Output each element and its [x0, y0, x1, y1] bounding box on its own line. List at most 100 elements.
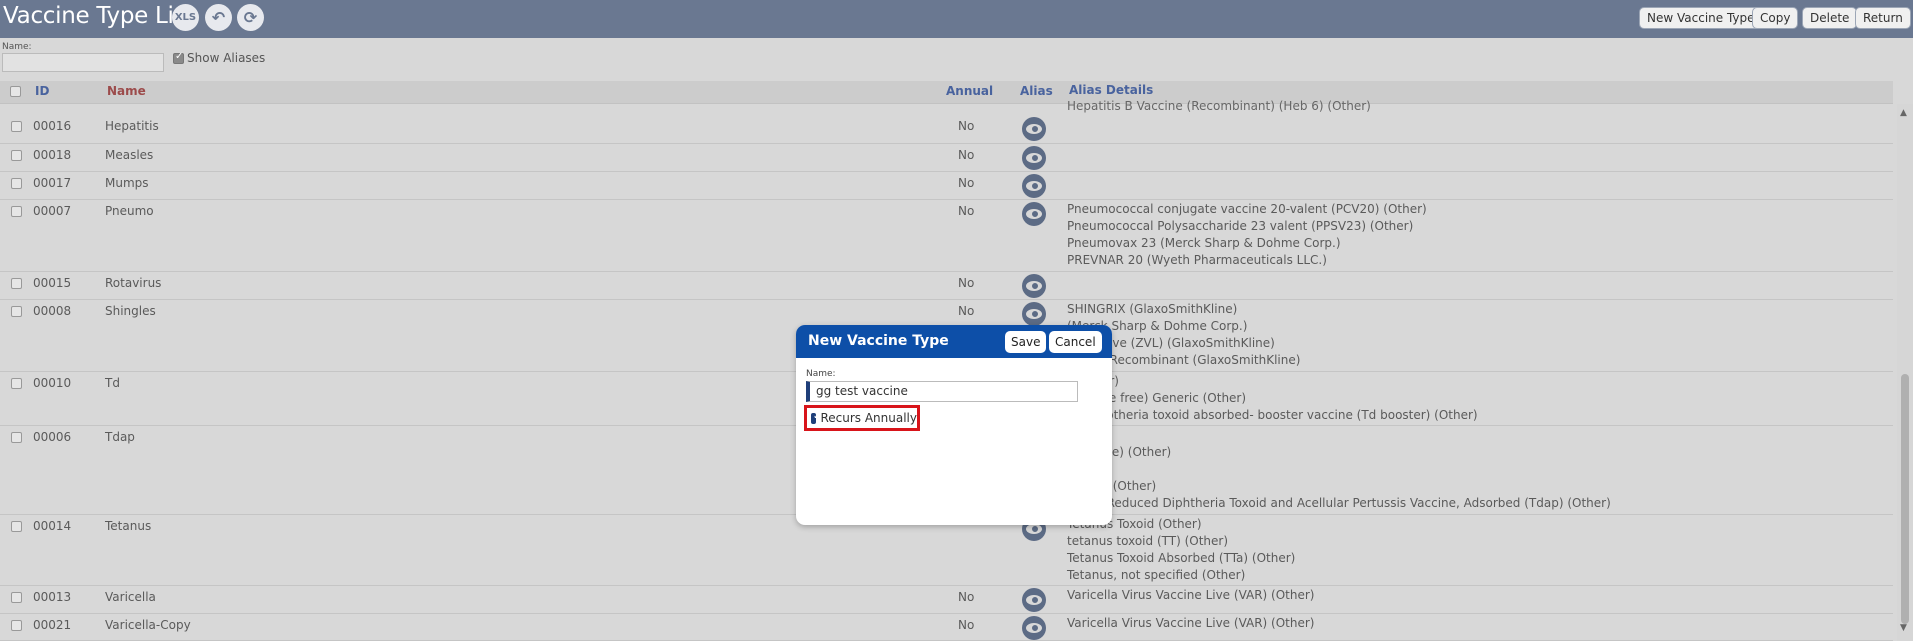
return-button[interactable]: Return [1855, 7, 1911, 29]
column-header-name[interactable]: Name [107, 84, 146, 98]
checkbox-icon[interactable] [173, 51, 184, 64]
row-checkbox[interactable] [11, 620, 22, 631]
row-checkbox[interactable] [11, 521, 22, 532]
eye-icon[interactable] [1022, 202, 1046, 226]
row-checkbox[interactable] [11, 592, 22, 603]
row-checkbox[interactable] [11, 432, 22, 443]
row-id: 00021 [33, 618, 72, 632]
table-row[interactable]: 00016 Hepatitis No [0, 115, 1893, 144]
row-id: 00014 [33, 519, 72, 533]
row-checkbox[interactable] [11, 178, 22, 189]
table-row[interactable]: 00013 Varicella No Varicella Virus Vaccine … [0, 586, 1893, 614]
alias-detail-line: ervative free) Generic (Other) [1067, 391, 1247, 405]
row-id: 00007 [33, 204, 72, 218]
refresh-icon[interactable]: ⟳ [237, 4, 264, 31]
row-annual: No [958, 618, 975, 632]
dialog-title: New Vaccine Type [808, 333, 949, 349]
cancel-button[interactable]: Cancel [1049, 331, 1102, 353]
table-row[interactable]: 00017 Mumps No [0, 172, 1893, 200]
alias-detail-line: tetanus toxoid (TT) (Other) [1067, 534, 1229, 548]
recurs-annually-label: Recurs Annually [820, 411, 917, 425]
alias-details: Varicella Virus Vaccine Live (VAR) (Othe… [1067, 615, 1314, 632]
scroll-thumb[interactable] [1901, 374, 1909, 624]
row-name: Varicella [105, 590, 156, 604]
row-id: 00006 [33, 430, 72, 444]
alias-detail-line: (Other) [1067, 427, 1611, 444]
row-checkbox[interactable] [11, 150, 22, 161]
row-annual: No [958, 276, 975, 290]
table-row[interactable]: 00007 Pneumo No Pneumococcal conjugate vacc… [0, 200, 1893, 272]
eye-icon[interactable] [1022, 174, 1046, 198]
header-bar: Vaccine Type List XLS ↶ ⟳ New Vaccine Ty… [0, 0, 1913, 38]
eye-icon[interactable] [1022, 274, 1046, 298]
table-header: ID Name Annual Alias Alias Details [0, 81, 1893, 104]
table-row[interactable]: 00015 Rotavirus No [0, 272, 1893, 300]
alias-details: Tetanus Toxoid (Other) tetanus toxoid (TT… [1067, 516, 1295, 584]
save-button[interactable]: Save [1005, 331, 1047, 353]
name-filter-label: Name: [2, 42, 32, 52]
row-name: Tetanus [105, 519, 152, 533]
column-header-alias[interactable]: Alias [1020, 84, 1053, 98]
name-filter-input[interactable] [2, 53, 164, 72]
column-header-id[interactable]: ID [35, 84, 49, 98]
eye-icon[interactable] [1022, 302, 1046, 326]
dialog-name-input[interactable]: gg test vaccine [806, 381, 1078, 402]
row-name: Pneumo [105, 204, 154, 218]
alias-detail-line: and Diptheria toxoid absorbed- booster v… [1067, 408, 1478, 422]
xls-export-icon[interactable]: XLS [172, 4, 199, 31]
column-header-annual[interactable]: Annual [946, 84, 993, 98]
scroll-up-icon[interactable]: ▲ [1900, 108, 1907, 118]
row-id: 00008 [33, 304, 72, 318]
checkbox-checked-icon[interactable] [811, 411, 822, 424]
alias-detail-line: Tetanus, not specified (Other) [1067, 568, 1246, 582]
row-id: 00018 [33, 148, 72, 162]
column-header-alias-details[interactable]: Alias Details [1069, 82, 1153, 99]
alias-detail-line: (Inactive) (Other) [1067, 445, 1172, 459]
row-name: Shingles [105, 304, 156, 318]
show-aliases-label: Show Aliases [187, 51, 266, 65]
eye-icon[interactable] [1022, 117, 1046, 141]
dialog-name-label: Name: [806, 369, 836, 379]
alias-detail-line: Pneumococcal Polysaccharide 23 valent (P… [1067, 219, 1414, 233]
table-row[interactable]: 00014 Tetanus Tetanus Toxoid (Other) tetanu… [0, 515, 1893, 586]
scrollbar[interactable]: ▲ ▼ [1897, 104, 1913, 641]
alias-detail-line: SHINGRIX (GlaxoSmithKline) [1067, 302, 1238, 316]
select-all-checkbox[interactable] [10, 86, 21, 97]
alias-detail-line: (Other) [1067, 461, 1611, 478]
eye-icon[interactable] [1022, 146, 1046, 170]
alias-details: ) (Other)ervative free) Generic (Other) a… [1067, 373, 1478, 424]
alias-detail-line: eneric) (Other) [1067, 479, 1157, 493]
eye-icon[interactable] [1022, 588, 1046, 612]
row-name: Measles [105, 148, 154, 162]
alias-detail-line: PREVNAR 20 (Wyeth Pharmaceuticals LLC.) [1067, 253, 1327, 267]
alias-detail-line: Pneumovax 23 (Merck Sharp & Dohme Corp.) [1067, 236, 1341, 250]
alias-detail-line: oxoid, Reduced Diphtheria Toxoid and Ace… [1067, 496, 1611, 510]
row-checkbox[interactable] [11, 278, 22, 289]
eye-icon[interactable] [1022, 616, 1046, 640]
table-row[interactable]: 00018 Measles No [0, 144, 1893, 172]
copy-button[interactable]: Copy [1752, 7, 1799, 29]
row-annual: No [958, 176, 975, 190]
row-checkbox[interactable] [11, 306, 22, 317]
row-id: 00016 [33, 119, 72, 133]
delete-button[interactable]: Delete [1802, 7, 1858, 29]
row-name: Varicella-Copy [105, 618, 191, 632]
show-aliases-checkbox[interactable]: Show Aliases [173, 51, 265, 65]
alias-detail-line: Varicella Virus Vaccine Live (VAR) (Othe… [1067, 616, 1315, 630]
row-checkbox[interactable] [11, 121, 22, 132]
new-vaccine-type-dialog: New Vaccine Type Save Cancel Name: gg te… [796, 325, 1112, 525]
row-id: 00010 [33, 376, 72, 390]
row-name: Rotavirus [105, 276, 162, 290]
alias-detail-line: Pneumococcal conjugate vaccine 20-valent… [1067, 202, 1427, 216]
row-annual: No [958, 304, 975, 318]
alias-details: Varicella Virus Vaccine Live (VAR) (Othe… [1067, 587, 1314, 604]
table-row[interactable]: 00021 Varicella-Copy No Varicella Virus Vac… [0, 614, 1893, 641]
recurs-annually-checkbox[interactable]: Recurs Annually [804, 405, 920, 431]
row-checkbox[interactable] [11, 378, 22, 389]
undo-icon[interactable]: ↶ [205, 4, 232, 31]
scroll-down-icon[interactable]: ▼ [1900, 623, 1907, 633]
row-checkbox[interactable] [11, 206, 22, 217]
page-title: Vaccine Type List [3, 3, 195, 29]
new-vaccine-type-button[interactable]: New Vaccine Type [1639, 7, 1763, 29]
alias-detail-line: ) (Other) [1067, 373, 1478, 390]
